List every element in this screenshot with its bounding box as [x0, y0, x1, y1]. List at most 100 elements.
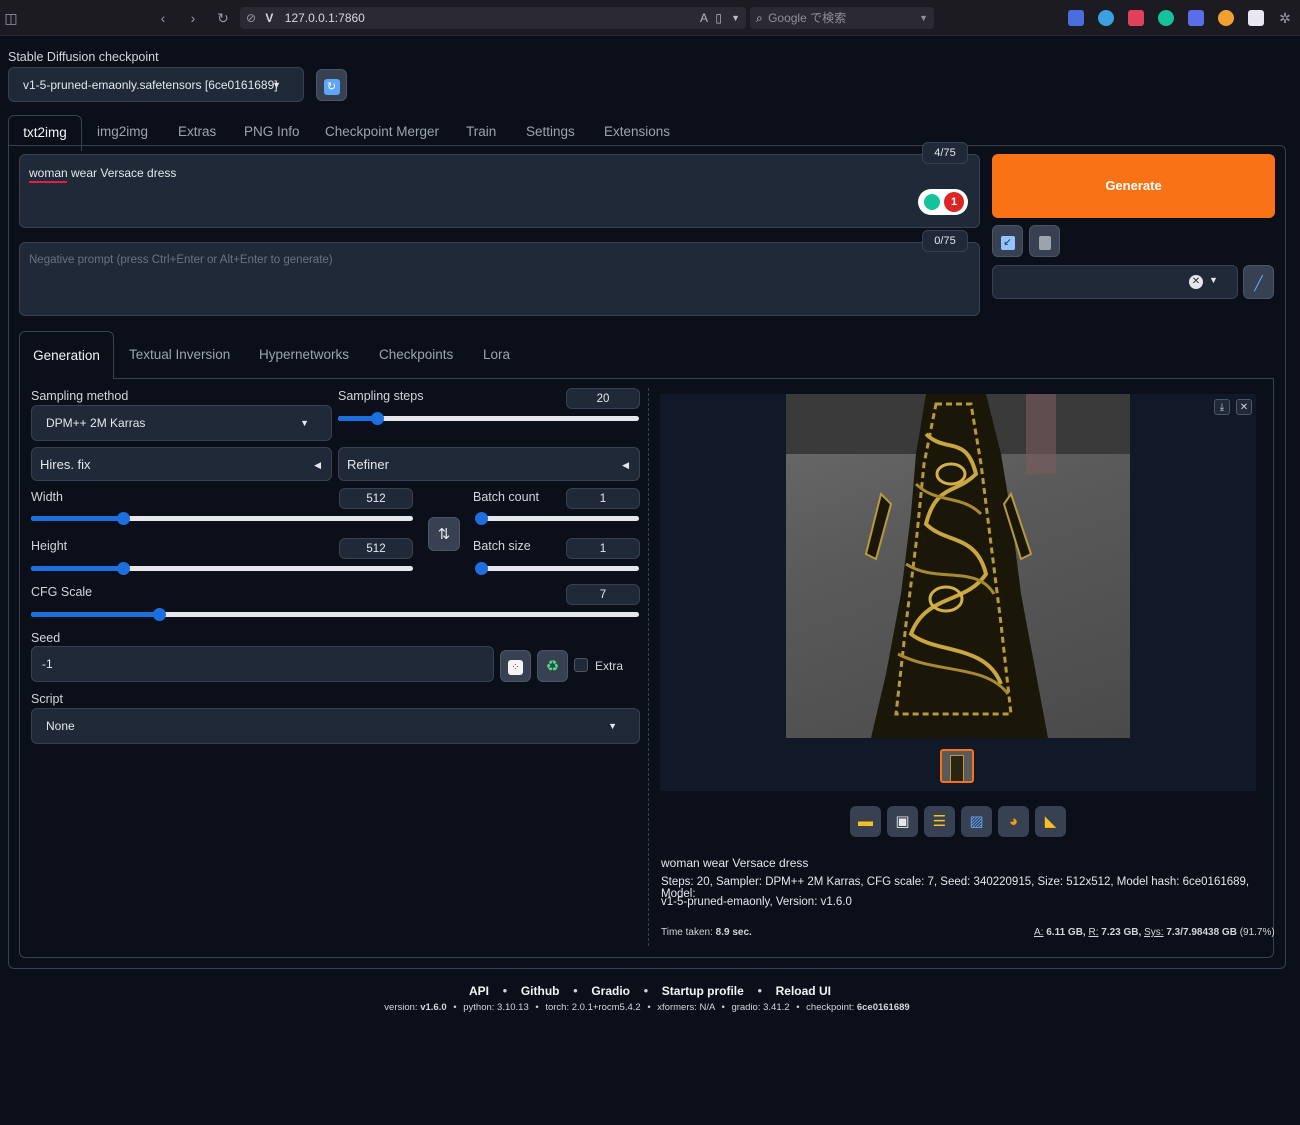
tab-settings[interactable]: Settings [526, 115, 575, 149]
script-value: None [46, 719, 75, 733]
save-button[interactable]: ▣ [887, 806, 918, 837]
seed-input[interactable]: -1 [31, 646, 494, 682]
prompt-textarea[interactable]: woman wear Versace dress [19, 154, 980, 228]
cfg-scale-slider[interactable] [31, 608, 639, 621]
tab-checkpoints[interactable]: Checkpoints [379, 338, 453, 372]
url-text: 127.0.0.1:7860 [284, 11, 365, 25]
tab-extensions[interactable]: Extensions [604, 115, 670, 149]
reuse-seed-button[interactable]: ♻ [537, 650, 568, 682]
gallery-thumbnail[interactable] [940, 749, 974, 783]
search-engine-dropdown-icon[interactable]: ▼ [919, 7, 928, 29]
screenshot-extension-icon[interactable] [1248, 10, 1264, 26]
read-params-button[interactable]: ↙ [992, 225, 1023, 257]
forward-icon[interactable]: › [182, 8, 204, 28]
column-divider [648, 388, 649, 946]
slider-thumb[interactable] [152, 608, 166, 621]
checkpoint-dropdown[interactable]: v1-5-pruned-emaonly.safetensors [6ce0161… [8, 67, 304, 102]
footer-separator: • [643, 983, 649, 998]
thumbnail-figure [950, 755, 964, 781]
width-slider[interactable] [31, 512, 413, 525]
badge-extension-icon[interactable] [1218, 10, 1234, 26]
slider-thumb[interactable] [116, 562, 130, 575]
refiner-accordion[interactable]: Refiner ◀ [338, 447, 640, 481]
extensions-puzzle-icon[interactable]: ✲ [1274, 8, 1296, 28]
grammarly-icon[interactable] [1158, 10, 1174, 26]
slider-thumb[interactable] [116, 512, 130, 525]
cfg-scale-input[interactable]: 7 [566, 584, 640, 605]
chat-extension-icon[interactable] [1188, 10, 1204, 26]
folder-icon: ▬ [858, 813, 873, 830]
height-slider[interactable] [31, 562, 413, 575]
checkpoint-hash-value: 6ce0161689 [856, 1002, 910, 1013]
bookmark-icon[interactable]: ▯ [715, 7, 722, 29]
zip-button[interactable]: ☰ [924, 806, 955, 837]
translate-icon[interactable]: A [700, 7, 708, 29]
time-taken-value: 8.9 sec. [715, 927, 752, 938]
footer-link-startup-profile[interactable]: Startup profile [662, 984, 744, 998]
clear-prompt-button[interactable] [1029, 225, 1060, 257]
generated-image[interactable] [786, 394, 1130, 738]
tab-train[interactable]: Train [466, 115, 496, 149]
extension-globe-icon[interactable] [1098, 10, 1114, 26]
send-to-extras-button[interactable]: ◣ [1035, 806, 1066, 837]
batch-count-slider[interactable] [475, 512, 639, 525]
pocket-icon[interactable] [1128, 10, 1144, 26]
footer-link-reload-ui[interactable]: Reload UI [776, 984, 831, 998]
hires-fix-accordion[interactable]: Hires. fix ◀ [31, 447, 332, 481]
random-seed-button[interactable]: ⁘ [500, 650, 531, 682]
sidebar-toggle-icon[interactable]: ◫ [0, 8, 22, 28]
mem-a-value: 6.11 GB, [1046, 927, 1086, 938]
sampling-steps-input[interactable]: 20 [566, 388, 640, 409]
dropdown-icon[interactable]: ▼ [731, 7, 740, 29]
slider-fill [31, 566, 123, 571]
url-bar[interactable]: ⊘ V 127.0.0.1:7860 A ▯ ▼ [240, 7, 746, 29]
slider-thumb[interactable] [475, 512, 488, 525]
width-input[interactable]: 512 [339, 488, 413, 509]
web-search-box[interactable]: ⌕ Google で検索 ▼ [750, 7, 934, 29]
generate-button[interactable]: Generate [992, 154, 1275, 218]
gradio-version: gradio: 3.41.2 [731, 1002, 790, 1013]
sampling-method-dropdown[interactable]: DPM++ 2M Karras ▼ [31, 405, 332, 441]
clear-x-icon[interactable]: ✕ [1189, 275, 1203, 289]
tab-img2img[interactable]: img2img [97, 115, 148, 149]
refresh-checkpoints-button[interactable]: ↻ [316, 69, 347, 101]
translate-extension-icon[interactable] [1068, 10, 1084, 26]
footer-link-api[interactable]: API [469, 984, 489, 998]
footer-link-github[interactable]: Github [521, 984, 560, 998]
height-input[interactable]: 512 [339, 538, 413, 559]
negative-prompt-placeholder: Negative prompt (press Ctrl+Enter or Alt… [29, 254, 333, 266]
tab-lora[interactable]: Lora [483, 338, 510, 372]
time-taken: Time taken: 8.9 sec. [661, 927, 752, 938]
time-taken-label: Time taken: [661, 927, 713, 938]
tab-hypernetworks[interactable]: Hypernetworks [259, 338, 349, 372]
back-icon[interactable]: ‹ [152, 8, 174, 28]
tab-textual-inversion[interactable]: Textual Inversion [129, 338, 230, 372]
send-to-img2img-button[interactable]: ▨ [961, 806, 992, 837]
caret-left-icon: ◀ [314, 460, 321, 470]
download-icon[interactable]: ⤓ [1214, 399, 1230, 415]
negative-prompt-textarea[interactable]: Negative prompt (press Ctrl+Enter or Alt… [19, 242, 980, 316]
script-dropdown[interactable]: None ▼ [31, 708, 640, 744]
edit-styles-button[interactable]: ╱ [1243, 265, 1274, 299]
swap-dimensions-button[interactable]: ⇅ [428, 517, 460, 551]
open-folder-button[interactable]: ▬ [850, 806, 881, 837]
close-icon[interactable]: ✕ [1236, 399, 1252, 415]
slider-thumb[interactable] [475, 562, 488, 575]
styles-dropdown[interactable]: ✕ ▼ [992, 265, 1238, 299]
tab-extras[interactable]: Extras [178, 115, 216, 149]
batch-count-input[interactable]: 1 [566, 488, 640, 509]
sampling-steps-label: Sampling steps [338, 389, 424, 403]
footer-separator: • [573, 983, 578, 998]
tab-checkpoint-merger[interactable]: Checkpoint Merger [325, 115, 439, 149]
batch-size-slider[interactable] [475, 562, 639, 575]
sampling-steps-slider[interactable] [338, 412, 639, 425]
tab-generation[interactable]: Generation [19, 331, 114, 379]
reload-icon[interactable]: ↻ [212, 8, 234, 28]
send-to-inpaint-button[interactable]: ◕ [998, 806, 1029, 837]
prompt-extension-badge[interactable]: 1 [918, 189, 968, 215]
batch-size-input[interactable]: 1 [566, 538, 640, 559]
extra-checkbox[interactable] [574, 658, 588, 672]
footer-link-gradio[interactable]: Gradio [591, 984, 630, 998]
tab-png-info[interactable]: PNG Info [244, 115, 300, 149]
footer-separator: • [796, 1002, 800, 1013]
